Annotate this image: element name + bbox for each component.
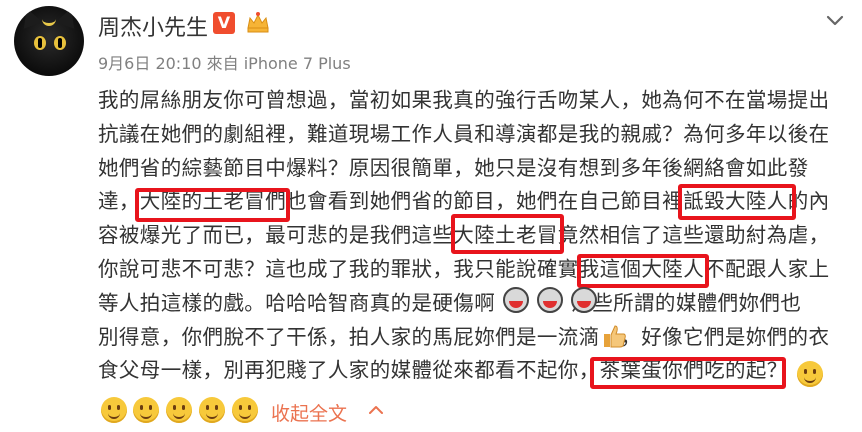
smile-emoji-icon: [133, 397, 159, 423]
username[interactable]: 周杰小先生: [98, 10, 208, 42]
highlight-box: [135, 188, 290, 222]
sweat-face-icon: [503, 287, 529, 313]
collapse-text-link[interactable]: 收起全文: [271, 399, 347, 426]
highlight-box: [678, 184, 796, 220]
highlight-box: [451, 214, 564, 254]
post-line: 抗議在她們的劇組裡，難道現場工作人員和導演都是我的親戚？為何多年以後在: [98, 121, 830, 146]
grin-emoji-icon: [232, 397, 258, 423]
avatar-eye-left: [34, 36, 46, 50]
post-line: 別得意，你們脫不了干係，拍人家的馬屁妳們是一流滴 ，好像它們是妳們的衣: [98, 324, 830, 349]
sweat-face-icon: [571, 287, 597, 313]
post-line: 你說可悲不可悲？這也成了我的罪狀，我只能說確實我這個大陸人不配跟人家上: [98, 256, 830, 281]
post-meta: 9月6日 20:10 來自 iPhone 7 Plus: [98, 54, 351, 73]
avatar[interactable]: [14, 6, 84, 76]
post-line: 她們省的綜藝節目中爆料？原因很簡單，她只是沒有想到多年後網絡會如此發: [98, 155, 809, 180]
grin-emoji-icon: [166, 397, 192, 423]
grin-emoji-icon: [199, 397, 225, 423]
avatar-ear-left: [17, 6, 43, 29]
avatar-eye-right: [54, 36, 66, 50]
avatar-moon: [42, 16, 56, 26]
highlight-box: [577, 254, 709, 288]
chevron-down-icon[interactable]: [824, 10, 846, 32]
vip-badge-icon[interactable]: V: [213, 12, 235, 34]
avatar-ear-right: [55, 6, 81, 29]
chevron-up-icon[interactable]: [367, 401, 385, 419]
sweat-face-icon: [537, 287, 563, 313]
thumbs-up-icon: [604, 325, 626, 348]
highlight-box: [590, 357, 786, 389]
smile-emoji-icon: [101, 397, 127, 423]
post-line: 等人拍這樣的戲。哈哈哈智商真的是硬傷啊 ，那些所謂的媒體們妳們也: [98, 290, 802, 315]
post-line: 我的屌絲朋友你可曾想過，當初如果我真的強行舌吻某人，她為何不在當場提出: [98, 88, 830, 112]
smile-emoji-icon: [797, 361, 823, 387]
crown-icon[interactable]: [245, 10, 271, 34]
